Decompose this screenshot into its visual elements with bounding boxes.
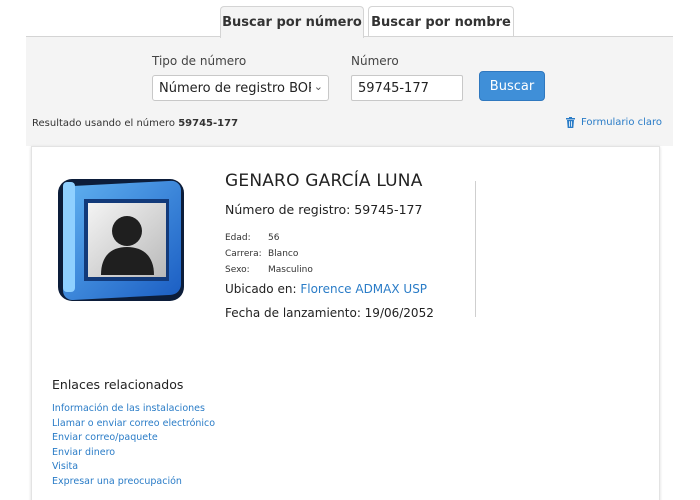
registration-number: Número de registro: 59745-177 <box>225 202 423 217</box>
detail-value: Blanco <box>268 249 299 259</box>
related-links: Información de las instalaciones Llamar … <box>52 402 215 489</box>
chevron-down-icon: ⌄ <box>313 80 323 93</box>
release-date: Fecha de lanzamiento: 19/06/2052 <box>225 306 434 320</box>
related-links-title: Enlaces relacionados <box>52 377 184 392</box>
search-button[interactable]: Buscar <box>479 71 545 101</box>
search-tabs: Buscar por número Buscar por nombre <box>0 0 700 38</box>
clear-form-label: Formulario claro <box>581 117 663 128</box>
number-type-value: Número de registro BOP <box>159 80 311 96</box>
person-details: Edad: 56 Carrera: Blanco Sexo: Masculino <box>225 230 313 278</box>
located-at: Ubicado en: Florence ADMAX USP <box>225 282 427 296</box>
person-name: GENARO GARCÍA LUNA <box>225 171 423 191</box>
detail-row: Edad: 56 <box>225 230 313 246</box>
link-express-concern[interactable]: Expresar una preocupación <box>52 475 215 490</box>
inmate-result-card: GENARO GARCÍA LUNA Número de registro: 5… <box>31 146 660 500</box>
link-send-mail[interactable]: Enviar correo/paquete <box>52 431 215 446</box>
tab-search-by-name[interactable]: Buscar por nombre <box>368 6 514 37</box>
result-prefix: Resultado usando el número <box>32 118 176 129</box>
search-panel: Tipo de número Número Número de registro… <box>26 36 673 146</box>
trash-icon <box>566 117 575 128</box>
number-input[interactable]: 59745-177 <box>351 75 463 101</box>
person-silhouette-icon <box>58 179 184 301</box>
link-send-money[interactable]: Enviar dinero <box>52 446 215 461</box>
located-prefix: Ubicado en: <box>225 282 297 296</box>
detail-row: Carrera: Blanco <box>225 246 313 262</box>
detail-key: Carrera: <box>225 249 262 259</box>
facility-link[interactable]: Florence ADMAX USP <box>300 282 427 296</box>
detail-key: Sexo: <box>225 265 250 275</box>
number-input-value: 59745-177 <box>358 80 429 96</box>
link-facility-info[interactable]: Información de las instalaciones <box>52 402 215 417</box>
tab-search-by-number[interactable]: Buscar por número <box>220 6 364 38</box>
link-call-or-email[interactable]: Llamar o enviar correo electrónico <box>52 417 215 432</box>
number-type-select[interactable]: Número de registro BOP ⌄ <box>152 75 329 101</box>
link-visit[interactable]: Visita <box>52 460 215 475</box>
detail-key: Edad: <box>225 233 251 243</box>
result-number: 59745-177 <box>178 118 239 129</box>
number-type-label: Tipo de número <box>152 54 247 68</box>
clear-form-link[interactable]: Formulario claro <box>566 117 662 128</box>
detail-value: Masculino <box>268 265 313 275</box>
result-summary: Resultado usando el número 59745-177 <box>32 118 238 129</box>
detail-row: Sexo: Masculino <box>225 262 313 278</box>
number-label: Número <box>351 54 399 68</box>
detail-value: 56 <box>268 233 280 243</box>
divider <box>475 181 476 317</box>
